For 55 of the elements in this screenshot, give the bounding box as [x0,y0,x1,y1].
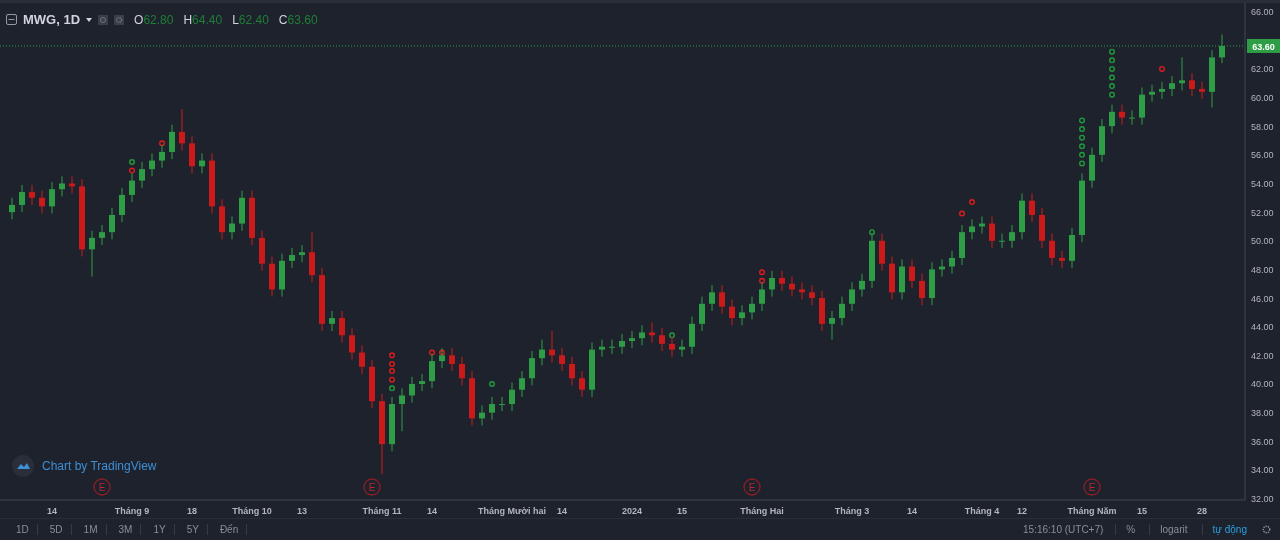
price-axis-label: 34.00 [1251,465,1274,476]
range-button[interactable]: 5D [41,524,72,535]
time-axis-label: 12 [1017,506,1027,516]
range-button[interactable]: 3M [110,524,142,535]
ohlc-value: L62.40 [232,12,269,27]
price-axis-label: 58.00 [1251,121,1274,132]
price-axis-label: 54.00 [1251,178,1274,189]
ohlc-value: H64.40 [183,12,223,27]
time-axis-label: 14 [557,506,567,516]
ohlc-value: O62.80 [134,12,174,27]
range-button[interactable]: Đến [211,524,248,535]
ref-line-label: 63.60 [1252,41,1275,52]
scale-toggle[interactable]: logarit [1149,524,1198,535]
time-axis-label: 18 [187,506,197,516]
price-axis-label: 48.00 [1251,264,1274,275]
ohlc-value: C63.60 [278,12,318,27]
price-axis-label: 36.00 [1251,436,1274,447]
time-axis-label: Tháng 10 [232,506,272,516]
time-axis-label: 14 [47,506,57,516]
price-axis-label: 56.00 [1251,150,1274,161]
price-axis-label: 42.00 [1251,350,1274,361]
price-axis-label: 40.00 [1251,379,1274,390]
scale-toggle[interactable]: % [1115,524,1146,535]
time-axis-label: 14 [907,506,917,516]
time-axis-label: Tháng 11 [362,506,402,516]
price-axis-label: 62.00 [1251,64,1274,75]
range-button[interactable]: 1D [8,524,38,535]
time-axis-label: Tháng Hai [740,506,784,516]
range-button[interactable]: 5Y [178,524,208,535]
time-axis-label: 2024 [622,506,642,516]
price-axis-label: 32.00 [1251,494,1274,505]
symbol-title[interactable]: MWG, 1D [23,12,81,27]
last-price-tag: 63.60 [1247,38,1280,53]
time-axis-label: 28 [1197,506,1207,516]
clock-text: 15:16:10 (UTC+7) [1022,524,1105,535]
branding-link[interactable]: Chart by TradingView [42,459,157,473]
price-axis-label: 50.00 [1251,236,1274,247]
time-axis-label: 15 [677,506,687,516]
time-axis-label: Tháng 9 [114,506,150,516]
time-axis-label: Tháng Mười hai [478,506,546,516]
time-axis-label: Tháng 3 [834,506,870,516]
price-axis-label: 46.00 [1251,293,1274,304]
range-button[interactable]: 1M [75,524,107,535]
time-axis-label: 13 [297,506,307,516]
time-axis-label: Tháng 4 [964,506,1000,516]
price-axis-label: 60.00 [1251,93,1274,104]
time-axis-label: 15 [1137,506,1147,516]
time-axis-label: 14 [427,506,437,516]
price-axis-label: 38.00 [1251,408,1274,419]
time-axis-label: Tháng Năm [1067,506,1117,516]
scale-toggle[interactable]: tự động [1201,524,1257,535]
price-axis-label: 44.00 [1251,322,1274,333]
range-button[interactable]: 1Y [145,524,175,535]
price-axis-label: 52.00 [1251,207,1274,218]
price-axis-label: 66.00 [1251,7,1274,18]
